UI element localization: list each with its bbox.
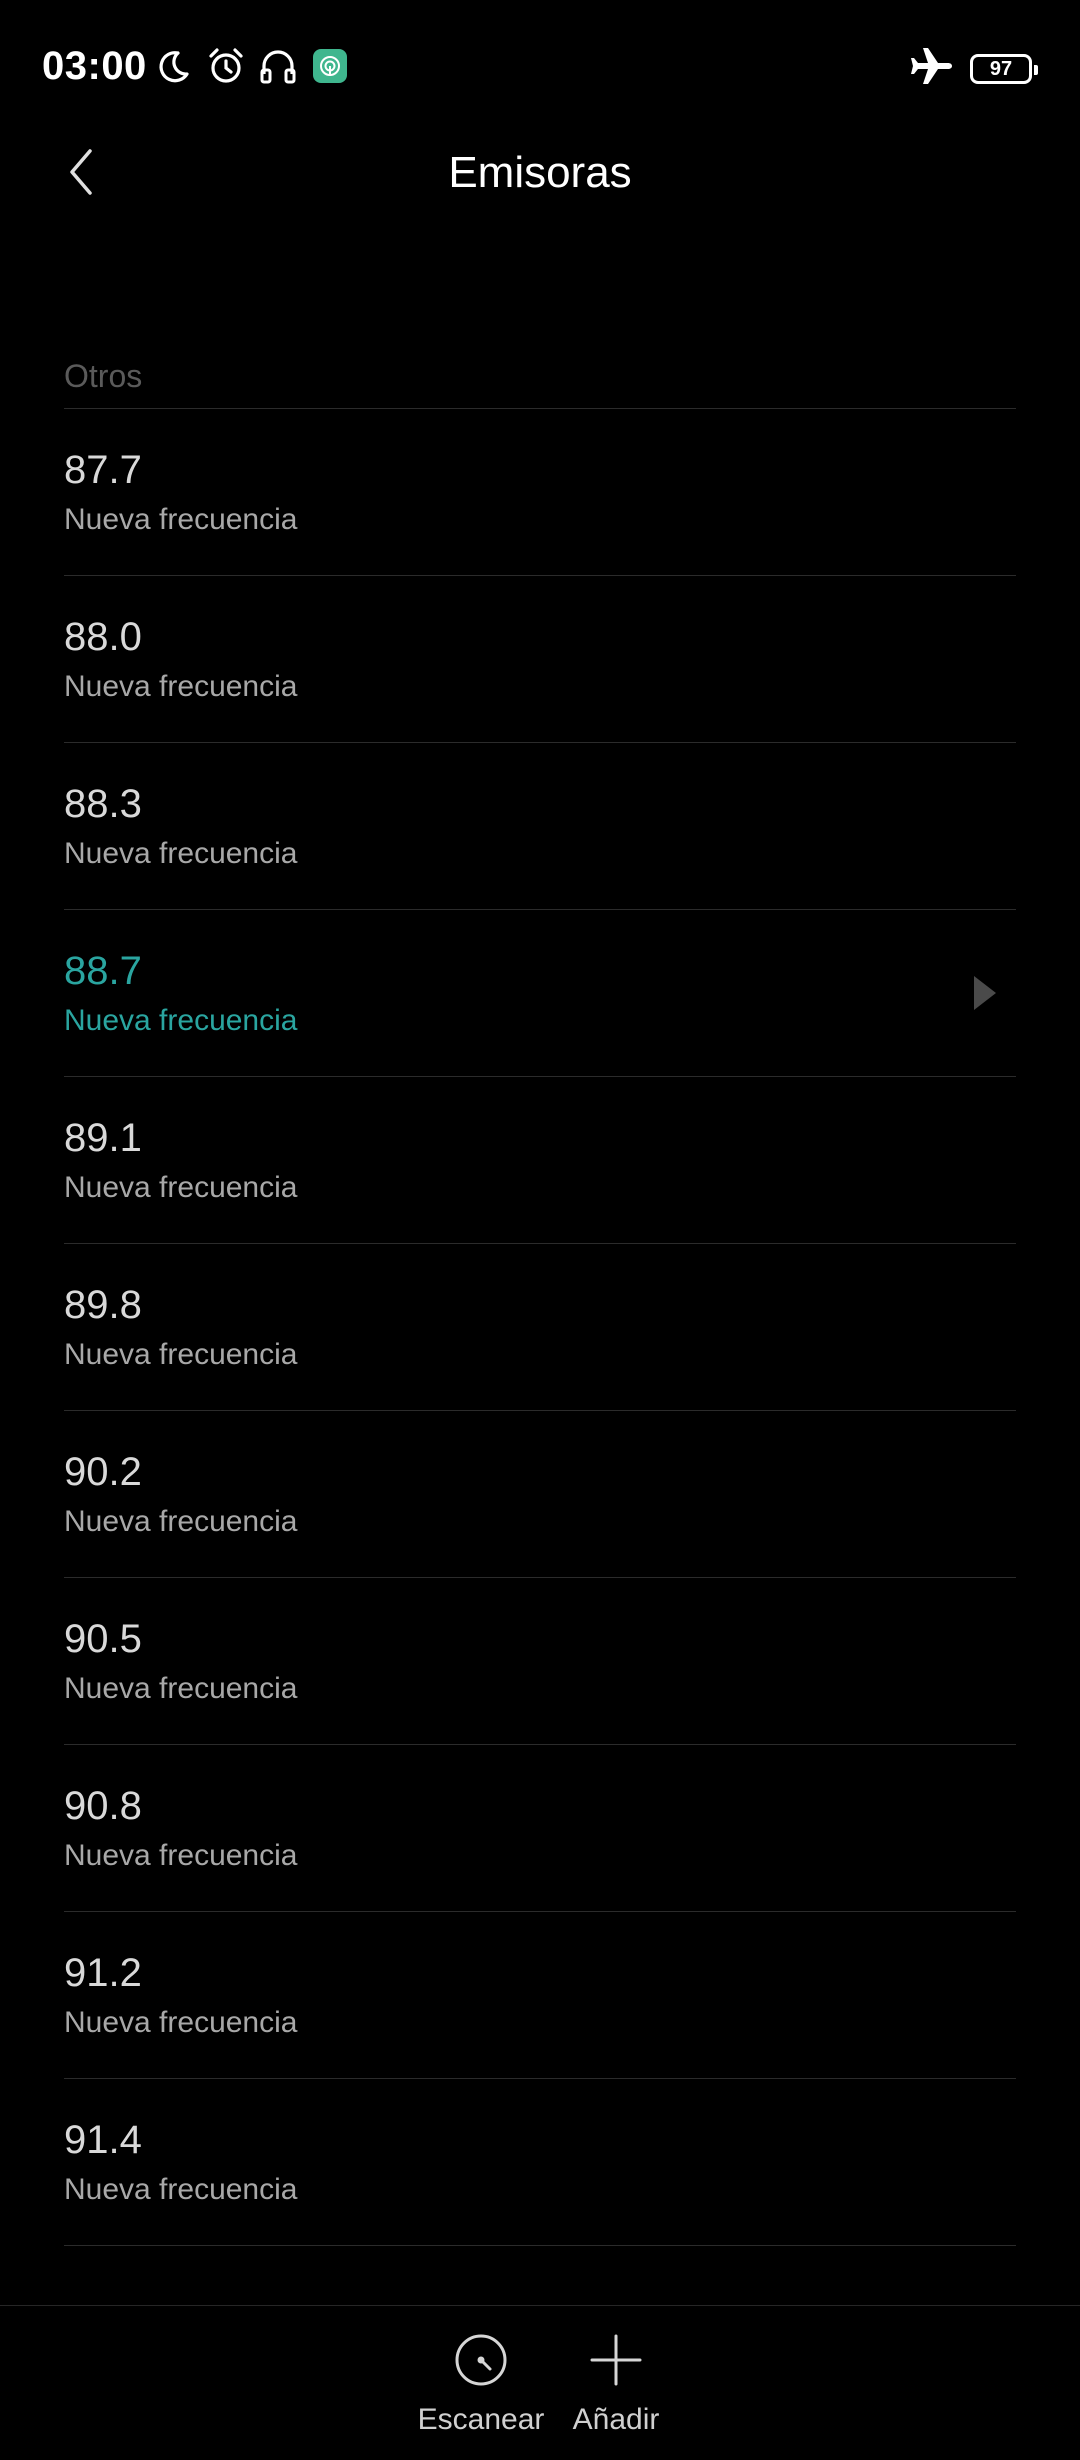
station-frequency: 90.2 xyxy=(64,1450,142,1494)
page-title: Emisoras xyxy=(448,148,632,197)
station-frequency: 91.2 xyxy=(64,1951,142,1995)
station-frequency: 89.8 xyxy=(64,1283,142,1327)
status-bar: 03:00 97 xyxy=(0,0,1080,130)
station-frequency: 88.7 xyxy=(64,949,142,993)
station-name: Nueva frecuencia xyxy=(64,2006,298,2039)
station-frequency: 91.4 xyxy=(64,2118,142,2162)
station-frequency: 90.8 xyxy=(64,1784,142,1828)
station-name: Nueva frecuencia xyxy=(64,503,298,536)
station-row[interactable]: 91.2 Nueva frecuencia xyxy=(64,1912,1016,2079)
header: Emisoras xyxy=(0,130,1080,216)
station-name: Nueva frecuencia xyxy=(64,1505,298,1538)
station-name: Nueva frecuencia xyxy=(64,1004,298,1037)
battery-level: 97 xyxy=(989,57,1013,80)
plus-icon xyxy=(588,2332,644,2388)
alarm-icon xyxy=(206,46,246,86)
add-label: Añadir xyxy=(572,2403,660,2436)
status-time: 03:00 xyxy=(42,44,147,88)
station-frequency: 88.3 xyxy=(64,782,142,826)
station-row[interactable]: 88.3 Nueva frecuencia xyxy=(64,743,1016,910)
scan-label: Escanear xyxy=(417,2403,545,2436)
station-name: Nueva frecuencia xyxy=(64,1338,298,1371)
add-button[interactable]: Añadir xyxy=(546,2332,686,2438)
station-name: Nueva frecuencia xyxy=(64,837,298,870)
battery-icon: 97 xyxy=(970,53,1038,84)
section-label: Otros xyxy=(64,358,143,394)
play-icon[interactable] xyxy=(974,976,996,1010)
station-list: 87.7 Nueva frecuencia 88.0 Nueva frecuen… xyxy=(0,409,1080,2246)
airplane-mode-icon xyxy=(910,46,954,91)
status-icons-left xyxy=(154,46,350,86)
scan-button[interactable]: Escanear xyxy=(411,2332,551,2438)
bottom-action-bar: Escanear Añadir xyxy=(0,2305,1080,2460)
station-name: Nueva frecuencia xyxy=(64,670,298,703)
scan-icon xyxy=(453,2332,509,2388)
station-name: Nueva frecuencia xyxy=(64,1171,298,1204)
station-name: Nueva frecuencia xyxy=(64,2173,298,2206)
station-name: Nueva frecuencia xyxy=(64,1672,298,1705)
station-frequency: 87.7 xyxy=(64,448,142,492)
station-frequency: 89.1 xyxy=(64,1116,142,1160)
station-row[interactable]: 88.0 Nueva frecuencia xyxy=(64,576,1016,743)
station-row-active[interactable]: 88.7 Nueva frecuencia xyxy=(64,910,1016,1077)
station-row[interactable]: 90.8 Nueva frecuencia xyxy=(64,1745,1016,1912)
station-frequency: 88.0 xyxy=(64,615,142,659)
station-name: Nueva frecuencia xyxy=(64,1839,298,1872)
station-row[interactable]: 87.7 Nueva frecuencia xyxy=(64,409,1016,576)
station-row[interactable]: 90.2 Nueva frecuencia xyxy=(64,1411,1016,1578)
moon-icon xyxy=(154,46,194,86)
station-row[interactable]: 90.5 Nueva frecuencia xyxy=(64,1578,1016,1745)
station-row[interactable]: 91.4 Nueva frecuencia xyxy=(64,2079,1016,2246)
station-frequency: 90.5 xyxy=(64,1617,142,1661)
app-notification-icon xyxy=(310,46,350,86)
headphones-icon xyxy=(258,46,298,86)
station-row[interactable]: 89.1 Nueva frecuencia xyxy=(64,1077,1016,1244)
station-row[interactable]: 89.8 Nueva frecuencia xyxy=(64,1244,1016,1411)
status-icons-right: 97 xyxy=(910,46,1038,91)
